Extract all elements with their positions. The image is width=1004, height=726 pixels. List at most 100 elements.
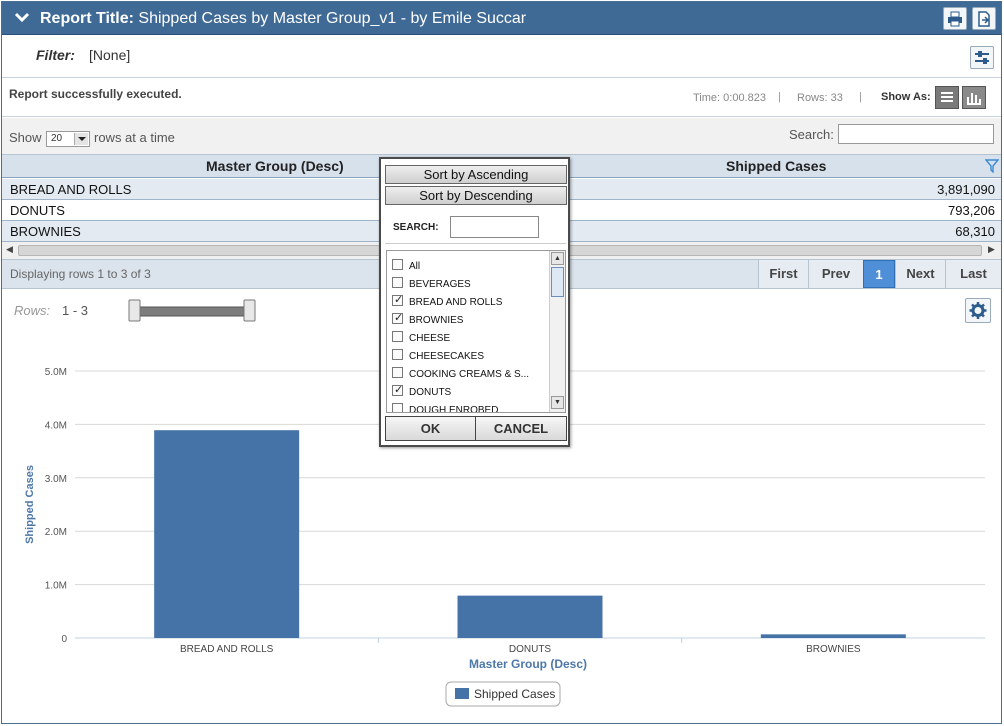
- prev-page-button[interactable]: Prev: [808, 260, 863, 288]
- range-slider-handle-left[interactable]: [128, 299, 141, 322]
- bar[interactable]: [760, 634, 906, 638]
- legend-label: Shipped Cases: [474, 687, 555, 701]
- next-page-button[interactable]: Next: [895, 260, 945, 288]
- checkbox[interactable]: [392, 311, 403, 324]
- filter-funnel-icon[interactable]: [985, 159, 999, 173]
- checklist-item-label: BREAD AND ROLLS: [409, 297, 503, 308]
- checklist-scroll-thumb[interactable]: [551, 267, 564, 297]
- y-tick-label: 1.0M: [45, 581, 67, 592]
- sliders-icon: [975, 51, 989, 64]
- range-slider-track[interactable]: [135, 306, 249, 317]
- bar-chart-icon: [967, 93, 981, 105]
- filter-row: Filter: [None]: [2, 36, 1001, 78]
- checkbox[interactable]: [392, 277, 403, 288]
- collapse-chevron-icon[interactable]: [14, 9, 30, 25]
- x-tick-label: BREAD AND ROLLS: [180, 644, 274, 655]
- checklist-scrollbar[interactable]: ▲ ▼: [549, 251, 565, 412]
- bar[interactable]: [154, 430, 300, 638]
- checkbox[interactable]: [392, 259, 403, 270]
- checklist-item-label: CHEESECAKES: [409, 351, 485, 362]
- y-tick-label: 5.0M: [45, 367, 67, 378]
- column-header-master-group[interactable]: Master Group (Desc): [206, 158, 344, 174]
- checklist-item-label: CHEESE: [409, 333, 451, 344]
- report-title: Report Title: Shipped Cases by Master Gr…: [40, 10, 527, 27]
- separator: |: [859, 91, 862, 103]
- page-1-button[interactable]: 1: [863, 260, 895, 288]
- first-page-button[interactable]: First: [758, 260, 808, 288]
- y-axis-title: Shipped Cases: [24, 465, 36, 544]
- cell-shipped-cases: 793,206: [948, 203, 995, 218]
- scroll-left-icon[interactable]: ◀: [6, 244, 13, 255]
- checklist-item-label: BROWNIES: [409, 315, 464, 326]
- separator: |: [778, 91, 781, 103]
- dropdown-arrow-icon: [74, 133, 88, 145]
- scroll-up-icon[interactable]: ▲: [551, 252, 564, 265]
- checkbox[interactable]: [392, 403, 403, 412]
- sort-ascending-button[interactable]: Sort by Ascending: [385, 165, 567, 184]
- scroll-right-icon[interactable]: ▶: [988, 244, 995, 255]
- y-tick-label: 4.0M: [45, 420, 67, 431]
- filter-label: Filter:: [36, 47, 75, 63]
- checklist-item-label: BEVERAGES: [409, 279, 471, 290]
- export-icon: [978, 11, 990, 27]
- bar[interactable]: [457, 595, 603, 638]
- x-axis-title: Master Group (Desc): [469, 657, 587, 671]
- value-checklist: ▲ ▼ All BEVERAGES BREAD AND ROLLS BROWNIES C…: [386, 250, 566, 413]
- filter-value: [None]: [89, 47, 131, 63]
- checkbox[interactable]: [392, 367, 403, 378]
- status-message: Report successfully executed.: [9, 87, 182, 101]
- status-row: Report successfully executed. Time: 0:00…: [2, 79, 1001, 117]
- search-label: Search:: [789, 127, 834, 142]
- column-header-shipped-cases[interactable]: Shipped Cases: [726, 158, 826, 174]
- displaying-rows-text: Displaying rows 1 to 3 of 3: [10, 267, 151, 281]
- checklist-item-label: All: [409, 261, 421, 272]
- divider: [385, 243, 566, 244]
- cell-master-group: DONUTS: [10, 203, 65, 218]
- show-as-chart-button[interactable]: [962, 86, 986, 109]
- cell-shipped-cases: 3,891,090: [937, 182, 995, 197]
- cell-master-group: BREAD AND ROLLS: [10, 182, 132, 197]
- show-as-table-button[interactable]: [935, 86, 959, 109]
- report-title-bar: Report Title: Shipped Cases by Master Gr…: [2, 2, 1001, 35]
- list-icon: [941, 92, 953, 102]
- checklist-item-label: COOKING CREAMS & S...: [409, 369, 530, 380]
- checkbox[interactable]: [392, 331, 403, 342]
- cell-shipped-cases: 68,310: [955, 224, 995, 239]
- show-as-label: Show As:: [881, 91, 931, 103]
- range-slider-handle-right[interactable]: [243, 299, 256, 322]
- report-panel: Report Title: Shipped Cases by Master Gr…: [1, 1, 1002, 724]
- popup-search-input[interactable]: [450, 216, 539, 238]
- cancel-button[interactable]: CANCEL: [476, 417, 566, 440]
- ok-button[interactable]: OK: [386, 417, 476, 440]
- popup-button-bar: OK CANCEL: [385, 416, 567, 441]
- show-label: Show: [9, 130, 42, 145]
- popup-search-label: SEARCH:: [393, 222, 439, 233]
- filter-settings-button[interactable]: [970, 46, 994, 69]
- x-tick-label: DONUTS: [509, 644, 552, 655]
- legend-swatch: [455, 688, 469, 699]
- checklist-item-label: DOUGH ENROBED: [409, 405, 499, 413]
- search-input[interactable]: [838, 124, 994, 144]
- y-tick-label: 2.0M: [45, 527, 67, 538]
- page-size-value: 20: [51, 133, 63, 144]
- cell-master-group: BROWNIES: [10, 224, 81, 239]
- export-button[interactable]: [972, 7, 996, 30]
- y-tick-label: 3.0M: [45, 474, 67, 485]
- checkbox[interactable]: [392, 293, 403, 306]
- last-page-button[interactable]: Last: [945, 260, 1001, 288]
- page-size-select[interactable]: 20: [46, 131, 90, 147]
- print-button[interactable]: [943, 7, 967, 30]
- column-filter-popup: Sort by Ascending Sort by Descending SEA…: [379, 157, 570, 447]
- printer-icon: [948, 11, 962, 27]
- grid-controls: Show 20 rows at a time Search:: [2, 118, 1001, 155]
- row-count: Rows: 33: [797, 92, 843, 104]
- x-tick-label: BROWNIES: [806, 644, 861, 655]
- execution-time: Time: 0:00.823: [693, 92, 766, 104]
- checklist-item-label: DONUTS: [409, 387, 452, 398]
- y-tick-label: 0: [61, 634, 67, 645]
- scroll-down-icon[interactable]: ▼: [551, 396, 564, 409]
- rows-at-a-time-label: rows at a time: [94, 130, 175, 145]
- sort-descending-button[interactable]: Sort by Descending: [385, 186, 567, 205]
- checkbox[interactable]: [392, 383, 403, 396]
- checkbox[interactable]: [392, 349, 403, 360]
